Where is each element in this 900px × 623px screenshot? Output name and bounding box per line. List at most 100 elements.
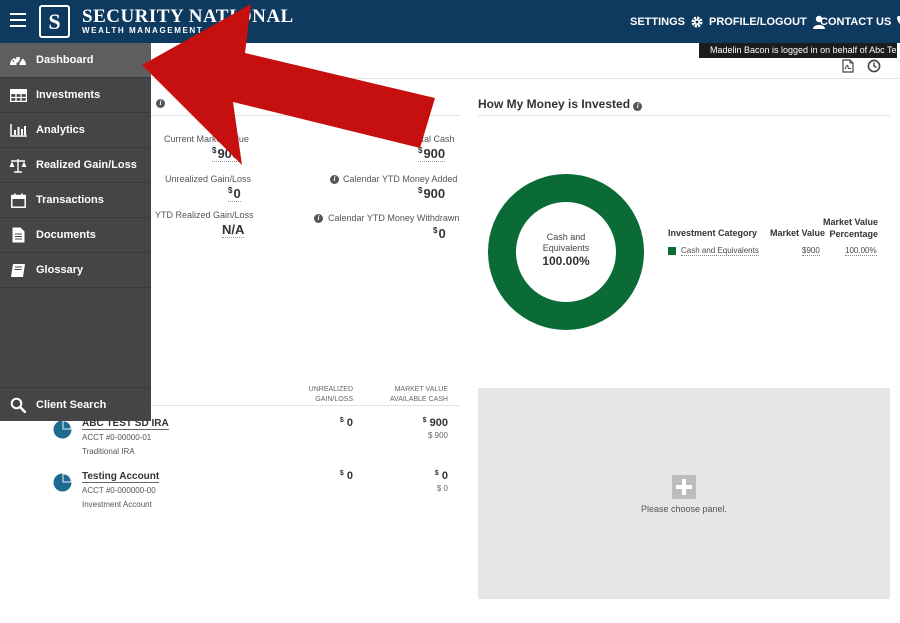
contact-us-link[interactable]: CONTACT US (820, 15, 900, 28)
sidebar-item-label: Client Search (36, 399, 107, 411)
sidebar-item-label: Documents (36, 229, 96, 241)
ytd-added-info-icon[interactable]: i (330, 175, 339, 184)
app-window: S SECURITY NATIONAL WEALTH MANAGEMENT SE… (0, 0, 900, 623)
pdf-export-icon[interactable] (842, 59, 854, 73)
accounts-col-mv-line1: MARKET VALUE (394, 386, 448, 393)
choose-panel-text: Please choose panel. (640, 504, 728, 514)
invested-title-text: How My Money is Invested (478, 97, 631, 111)
currency-symbol: $ (434, 470, 439, 477)
ytd-realized-value[interactable]: N/A (222, 222, 245, 238)
hamburger-menu-icon[interactable] (10, 13, 26, 27)
profile-logout-link[interactable]: PROFILE/LOGOUT (709, 15, 826, 29)
account-name-link[interactable]: Testing Account (82, 471, 160, 483)
sidebar-client-search[interactable]: Client Search (0, 387, 151, 422)
account-market-value-amount: 0 (441, 470, 448, 482)
accounts-col-unrealized-line1: UNREALIZED (308, 386, 353, 393)
sidebar-item-label: Analytics (36, 124, 85, 136)
currency-symbol: $ (433, 226, 438, 235)
sidebar-item-label: Glossary (36, 264, 84, 276)
invested-title: How My Money is Invested i (478, 97, 643, 111)
legend-swatch-cash (668, 247, 676, 255)
unrealized-amount: 0 (233, 186, 241, 201)
settings-label: SETTINGS (630, 16, 686, 28)
impersonation-tooltip: Madelin Bacon is logged in on behalf of … (699, 43, 900, 58)
legend-category-cash[interactable]: Cash and Equivalents (681, 246, 759, 256)
legend-percentage-cash[interactable]: 100.00% (845, 246, 877, 256)
accounts-col-mv-line2: AVAILABLE CASH (389, 396, 448, 403)
search-icon (9, 397, 27, 413)
currency-symbol: $ (228, 186, 233, 195)
choose-panel-placeholder[interactable]: Please choose panel. (478, 388, 890, 599)
account-available-cash: $ 900 (427, 431, 448, 440)
sidebar-item-label: Realized Gain/Loss (36, 159, 137, 171)
ytd-withdrawn-amount: 0 (438, 226, 446, 241)
bar-chart-icon (9, 122, 27, 138)
total-cash-value[interactable]: $900 (418, 146, 446, 162)
currency-symbol: $ (418, 146, 423, 155)
settings-link[interactable]: SETTINGS (630, 15, 704, 29)
currency-symbol: $ (339, 470, 344, 477)
account-type: Investment Account (82, 500, 152, 509)
currency-symbol: $ (212, 146, 217, 155)
account-unrealized: $ 0 (303, 417, 353, 429)
unrealized-value[interactable]: $0 (228, 186, 241, 202)
ytd-realized-label: YTD Realized Gain/Loss (155, 210, 254, 220)
legend-col-market-value: Market Value (770, 228, 826, 238)
account-unrealized-amount: 0 (346, 470, 353, 482)
table-icon (9, 87, 27, 103)
account-type: Traditional IRA (82, 447, 135, 456)
logo-badge[interactable]: S (39, 5, 70, 38)
sidebar-menu: Dashboard Investments Analytics Realized… (0, 43, 151, 421)
legend-col-percentage-line1: Market Value (823, 217, 879, 227)
ytd-added-value: $900 (418, 186, 445, 201)
contact-us-label: CONTACT US (820, 15, 892, 28)
accounts-col-market-value: MARKET VALUE AVAILABLE CASH (378, 385, 448, 405)
invested-info-icon[interactable]: i (633, 102, 643, 111)
ytd-added-label: Calendar YTD Money Added (343, 174, 458, 184)
donut-label-line1: Cash and (546, 232, 586, 242)
sidebar-item-dashboard[interactable]: Dashboard (0, 43, 151, 78)
legend-col-category: Investment Category (668, 228, 758, 238)
sidebar-item-investments[interactable]: Investments (0, 78, 151, 113)
sidebar-item-documents[interactable]: Documents (0, 218, 151, 253)
donut-center-label: Cash and Equivalents 100.00% (526, 232, 606, 267)
currency-symbol: $ (339, 417, 344, 424)
ytd-withdrawn-value: $0 (433, 226, 446, 241)
history-clock-icon[interactable] (867, 59, 881, 73)
brand-subtitle: WEALTH MANAGEMENT (82, 26, 204, 35)
legend-col-percentage: Market Value Percentage (823, 216, 878, 240)
sidebar-item-glossary[interactable]: Glossary (0, 253, 151, 288)
account-pie-icon (53, 473, 72, 492)
accounts-header-rule (150, 405, 460, 406)
sidebar-item-analytics[interactable]: Analytics (0, 113, 151, 148)
donut-label-line2: Equivalents (542, 243, 590, 253)
calendar-icon (9, 192, 27, 208)
profile-logout-label: PROFILE/LOGOUT (709, 16, 807, 28)
unrealized-label: Unrealized Gain/Loss (165, 174, 252, 184)
sidebar-item-label: Dashboard (36, 54, 94, 66)
sidebar-item-transactions[interactable]: Transactions (0, 183, 151, 218)
phone-icon (897, 16, 900, 24)
document-icon (9, 227, 27, 243)
legend-market-value-cash[interactable]: $900 (802, 246, 820, 256)
ytd-withdrawn-info-icon[interactable]: i (314, 214, 323, 223)
account-market-value: $ 0 (378, 470, 448, 482)
account-market-value-amount: 900 (429, 417, 448, 429)
current-market-value[interactable]: $900 (212, 146, 240, 162)
sidebar-item-realized-gain-loss[interactable]: Realized Gain/Loss (0, 148, 151, 183)
scale-icon (9, 157, 27, 173)
brand-name[interactable]: SECURITY NATIONAL (82, 6, 294, 28)
summary-info-icon[interactable]: i (156, 99, 165, 108)
gauge-icon (9, 52, 27, 68)
top-bar: S SECURITY NATIONAL WEALTH MANAGEMENT SE… (0, 0, 900, 43)
account-market-value: $ 900 (378, 417, 448, 429)
current-market-value-label: Current Market Value (164, 134, 249, 144)
book-icon (9, 262, 27, 278)
add-panel-icon[interactable] (672, 475, 696, 499)
donut-percent: 100.00% (542, 254, 590, 268)
total-cash-amount: 900 (423, 146, 446, 161)
summary-rule (150, 115, 460, 116)
account-number: ACCT #0-000000-00 (82, 486, 156, 495)
legend-col-percentage-line2: Percentage (829, 229, 879, 239)
accounts-col-unrealized-line2: GAIN/LOSS (315, 396, 353, 403)
